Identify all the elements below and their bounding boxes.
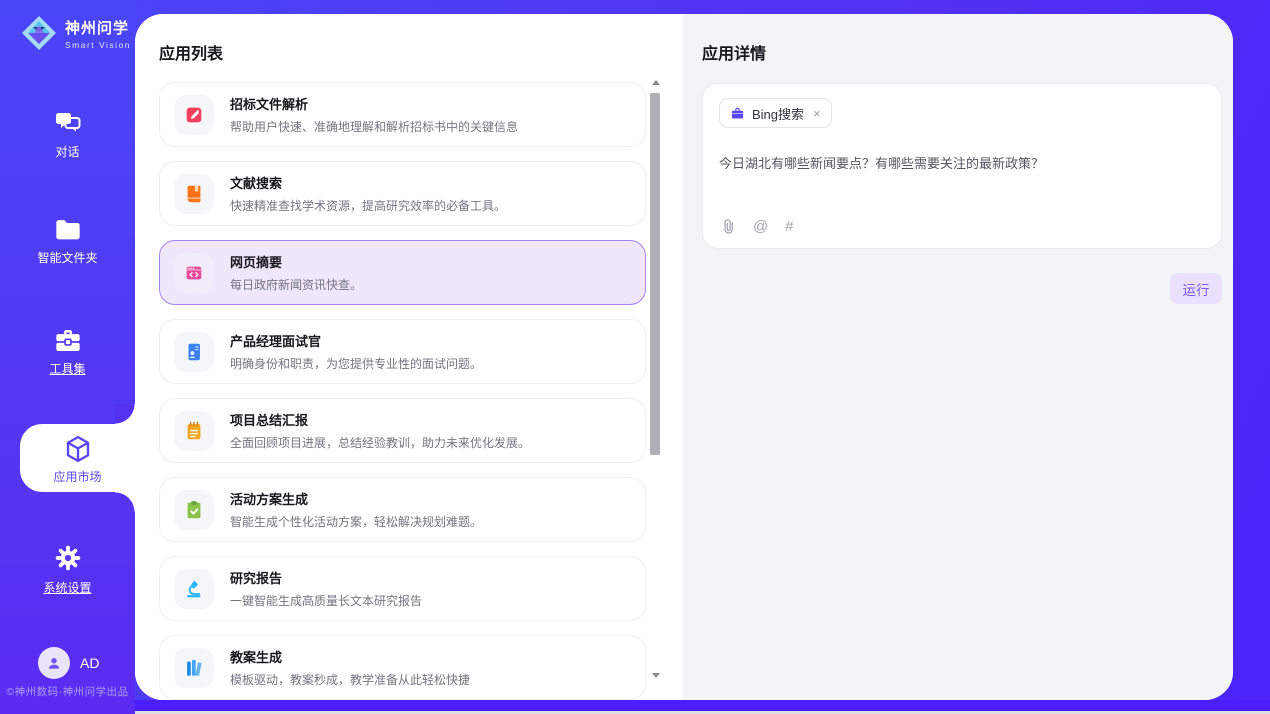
app-card-research-report[interactable]: 研究报告 一键智能生成高质量长文本研究报告 [159,556,646,621]
toolbox-icon [54,328,82,353]
main-content: 应用列表 招标文件解析 帮助用户快速、准确地理解和解析招标书中的关键信息 [135,14,1233,700]
sidebar-item-label: 对话 [0,143,135,160]
research-report-icon [183,578,205,600]
app-icon-tile [174,648,214,688]
person-icon [45,654,63,672]
brand-subtitle: Smart Vision [65,40,131,50]
scrollbar-thumb[interactable] [650,93,660,455]
sidebar-item-label: 系统设置 [0,579,135,596]
literature-search-icon [183,183,205,205]
app-name: 文献搜索 [230,173,506,192]
run-row: 运行 [683,273,1222,304]
sidebar-item-smart-folder[interactable]: 智能文件夹 [0,218,135,266]
gear-icon [54,544,82,572]
app-name: 招标文件解析 [230,94,518,113]
sidebar-item-label: 智能文件夹 [0,249,135,266]
sidebar-item-label: 应用市场 [20,468,135,485]
app-detail-panel: 应用详情 Bing搜索 × 今日湖北有哪些新闻要点？有哪些需要关注的最新政策？ … [683,14,1233,700]
lesson-plan-icon [183,657,205,679]
app-card-lesson-plan[interactable]: 教案生成 模板驱动，教案秒成，教学准备从此轻松快捷 [159,635,646,700]
app-desc: 智能生成个性化活动方案，轻松解决规划难题。 [230,513,482,530]
brand-name: 神州问学 [65,17,131,38]
sidebar-item-label: 工具集 [0,360,135,377]
bottom-accent-strip [135,700,1270,711]
prompt-card[interactable]: Bing搜索 × 今日湖北有哪些新闻要点？有哪些需要关注的最新政策？ @ # [702,83,1222,249]
diamond-logo-icon [20,14,58,52]
app-name: 研究报告 [230,568,422,587]
app-desc: 每日政府新闻资讯快查。 [230,276,362,293]
avatar [38,647,70,679]
app-desc: 全面回顾项目进展，总结经验教训，助力未来优化发展。 [230,434,530,451]
app-desc: 明确身份和职责，为您提供专业性的面试问题。 [230,355,482,372]
app-card-project-summary[interactable]: 项目总结汇报 全面回顾项目进展，总结经验教训，助力未来优化发展。 [159,398,646,463]
app-name: 产品经理面试官 [230,331,482,350]
chat-icon [53,110,83,136]
query-text[interactable]: 今日湖北有哪些新闻要点？有哪些需要关注的最新政策？ [719,154,1205,174]
paperclip-icon[interactable] [721,218,736,235]
tender-parse-icon [183,104,205,126]
app-icon-tile [174,174,214,214]
app-icon-tile [174,332,214,372]
tool-tag-close-icon[interactable]: × [813,106,821,121]
sidebar: 神州问学 Smart Vision 对话 智能文件夹 工具集 [0,0,135,714]
app-card-list: 招标文件解析 帮助用户快速、准确地理解和解析招标书中的关键信息 文献搜索 快速精… [159,82,683,700]
web-summary-icon [183,262,205,284]
app-name: 项目总结汇报 [230,410,530,429]
brand-logo: 神州问学 Smart Vision [0,0,135,52]
app-detail-title: 应用详情 [683,14,1233,64]
app-name: 教案生成 [230,647,470,666]
run-button[interactable]: 运行 [1170,273,1222,304]
scroll-up-arrow-icon[interactable] [650,77,661,88]
app-list-scrollbar[interactable] [650,77,661,689]
app-card-pm-interviewer[interactable]: 产品经理面试官 明确身份和职责，为您提供专业性的面试问题。 [159,319,646,384]
pm-interviewer-icon [183,341,205,363]
app-list-title: 应用列表 [135,14,683,64]
app-card-web-summary[interactable]: 网页摘要 每日政府新闻资讯快查。 [159,240,646,305]
user-account[interactable]: AD [38,647,99,679]
app-icon-tile [174,95,214,135]
hashtag-icon[interactable]: # [785,218,793,235]
app-name: 网页摘要 [230,252,362,271]
app-icon-tile [174,490,214,530]
sidebar-item-chat[interactable]: 对话 [0,110,135,160]
tool-tag-label: Bing搜索 [752,104,804,123]
app-list-panel: 应用列表 招标文件解析 帮助用户快速、准确地理解和解析招标书中的关键信息 [135,14,683,700]
tool-tag-bing-search[interactable]: Bing搜索 × [719,98,832,128]
event-plan-icon [183,499,205,521]
app-desc: 帮助用户快速、准确地理解和解析招标书中的关键信息 [230,118,518,135]
cube-icon [63,434,93,464]
app-desc: 模板驱动，教案秒成，教学准备从此轻松快捷 [230,671,470,688]
app-icon-tile [174,411,214,451]
mention-icon[interactable]: @ [753,218,768,235]
attachment-toolbar: @ # [721,218,794,235]
app-icon-tile [174,569,214,609]
user-name: AD [80,655,99,671]
app-name: 活动方案生成 [230,489,482,508]
app-card-literature-search[interactable]: 文献搜索 快速精准查找学术资源，提高研究效率的必备工具。 [159,161,646,226]
briefcase-icon [730,106,745,121]
app-icon-tile [174,253,214,293]
copyright-footer: ©神州数码·神州问学出品 [0,684,135,699]
sidebar-item-settings[interactable]: 系统设置 [0,544,135,596]
app-desc: 快速精准查找学术资源，提高研究效率的必备工具。 [230,197,506,214]
project-summary-icon [183,420,205,442]
sidebar-item-app-market[interactable]: 应用市场 [20,424,135,492]
app-desc: 一键智能生成高质量长文本研究报告 [230,592,422,609]
app-card-event-plan[interactable]: 活动方案生成 智能生成个性化活动方案，轻松解决规划难题。 [159,477,646,542]
scroll-down-arrow-icon[interactable] [650,670,661,681]
folder-icon [54,218,82,242]
app-card-tender-parse[interactable]: 招标文件解析 帮助用户快速、准确地理解和解析招标书中的关键信息 [159,82,646,147]
sidebar-item-toolset[interactable]: 工具集 [0,328,135,377]
